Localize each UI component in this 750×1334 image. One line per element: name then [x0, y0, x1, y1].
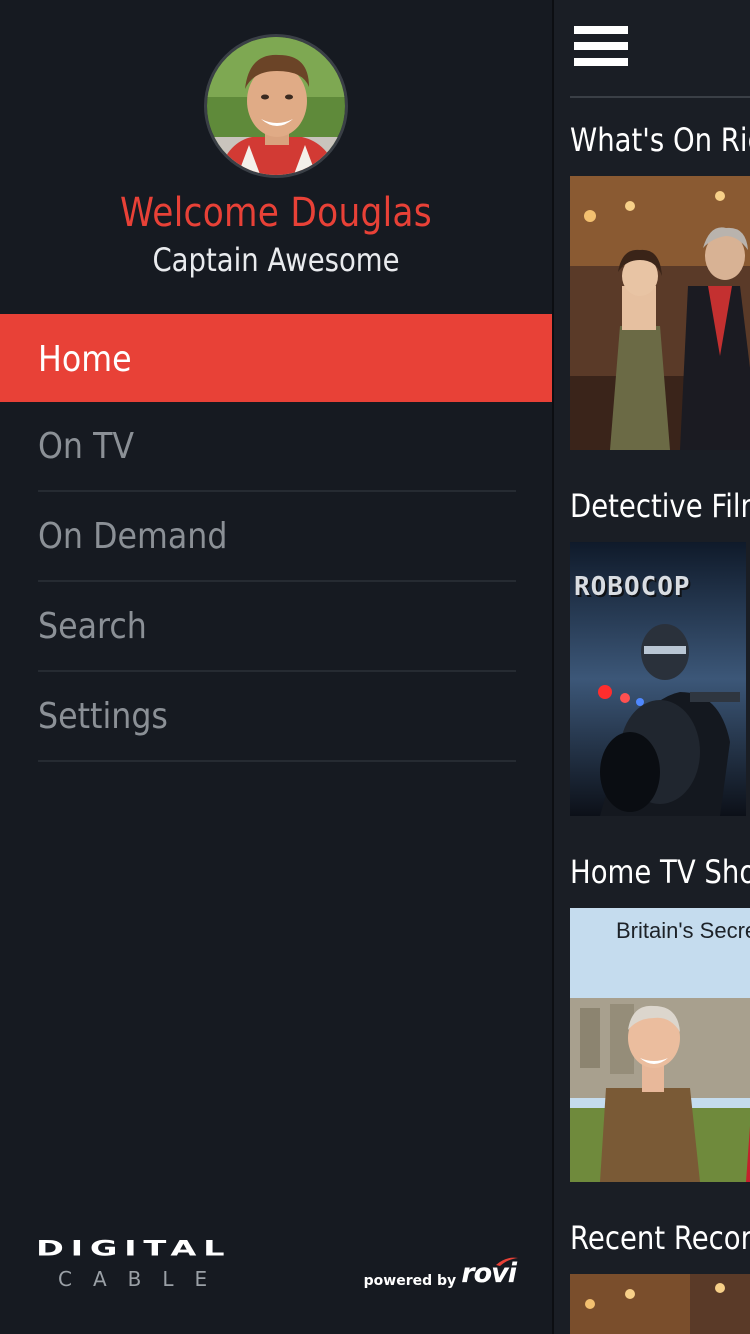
welcome-heading: Welcome Douglas	[120, 190, 432, 236]
poster-title: ROBOCOP	[574, 572, 691, 602]
poster-image	[570, 176, 750, 450]
powered-by-label: powered by	[363, 1273, 457, 1289]
poster-caption: Britain's Secret	[616, 918, 750, 943]
home-content: What's On Right Now Detective Films	[552, 0, 750, 1334]
poster-image	[570, 1274, 750, 1334]
menu-item-home[interactable]: Home	[0, 314, 552, 402]
menu-item-settings[interactable]: Settings	[0, 672, 552, 762]
rovi-swoosh-icon	[496, 1257, 518, 1266]
menu-item-label: Search	[38, 606, 147, 647]
poster-image	[570, 908, 750, 1182]
drawer-menu: Home On TV On Demand Search Settings	[0, 314, 552, 762]
menu-item-label: On Demand	[38, 516, 228, 557]
section-title-recent-recordings: Recent Recordings	[570, 1219, 750, 1257]
divider	[38, 760, 516, 762]
section-title-home-tv-shows: Home TV Shows	[570, 853, 750, 891]
powered-by-rovi-logo: powered by rovi	[363, 1257, 518, 1292]
app-screen: Welcome Douglas Captain Awesome Home On …	[0, 0, 750, 1334]
section-title-detective-films: Detective Films	[570, 487, 750, 525]
rovi-wordmark: rovi	[461, 1257, 518, 1289]
poster-robocop[interactable]: ROBOCOP	[570, 542, 746, 816]
menu-item-search[interactable]: Search	[0, 582, 552, 672]
header-divider	[570, 96, 750, 98]
menu-item-on-tv[interactable]: On TV	[0, 402, 552, 492]
section-title-whats-on: What's On Right Now	[570, 121, 750, 159]
user-title: Captain Awesome	[152, 241, 400, 279]
logo-text-top: DIGITAL	[36, 1235, 232, 1262]
menu-item-on-demand[interactable]: On Demand	[0, 492, 552, 582]
logo-text-bottom: CABLE	[58, 1267, 229, 1291]
poster-whats-on[interactable]	[570, 176, 750, 450]
digital-cable-logo: DIGITAL CABLE	[36, 1238, 276, 1294]
poster-recent-recording[interactable]	[570, 1274, 750, 1334]
hamburger-bar	[574, 58, 628, 66]
menu-item-label: On TV	[38, 426, 135, 467]
menu-item-label: Home	[38, 339, 132, 380]
hamburger-bar	[574, 42, 628, 50]
hamburger-bar	[574, 26, 628, 34]
avatar-photo	[207, 37, 345, 175]
navigation-drawer: Welcome Douglas Captain Awesome Home On …	[0, 0, 552, 1334]
avatar[interactable]	[204, 34, 348, 178]
menu-item-label: Settings	[38, 696, 168, 737]
poster-britains-secret[interactable]: Britain's Secret	[570, 908, 750, 1182]
hamburger-icon[interactable]	[574, 26, 628, 66]
